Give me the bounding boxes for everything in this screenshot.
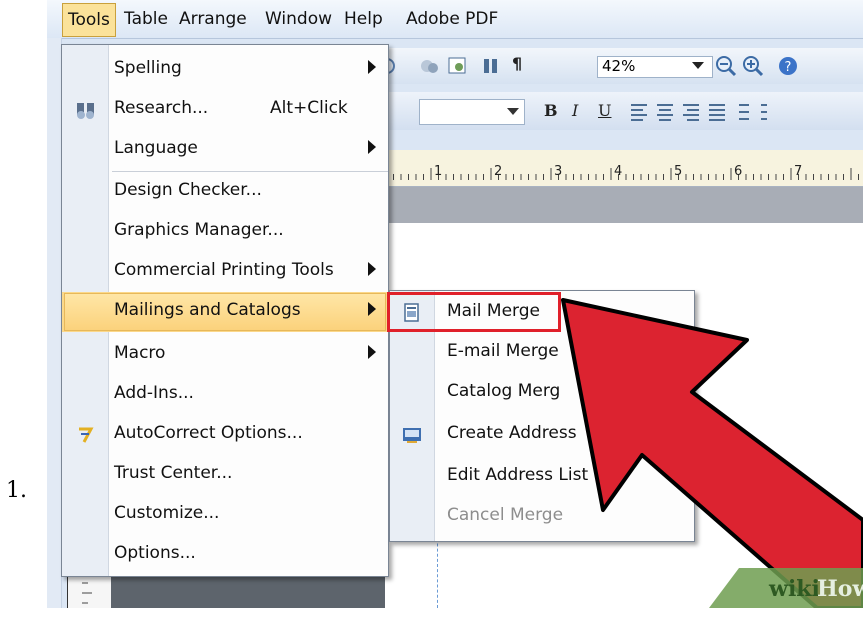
screenshot: Tools Table Arrange Window Help Adobe PD… xyxy=(47,0,863,608)
wikihow-watermark: wiki How xyxy=(709,568,863,608)
watermark-how: How xyxy=(817,576,863,602)
step-number: 1. xyxy=(6,478,27,503)
watermark-wiki: wiki xyxy=(769,576,820,602)
annotation-arrow-icon xyxy=(561,298,863,608)
